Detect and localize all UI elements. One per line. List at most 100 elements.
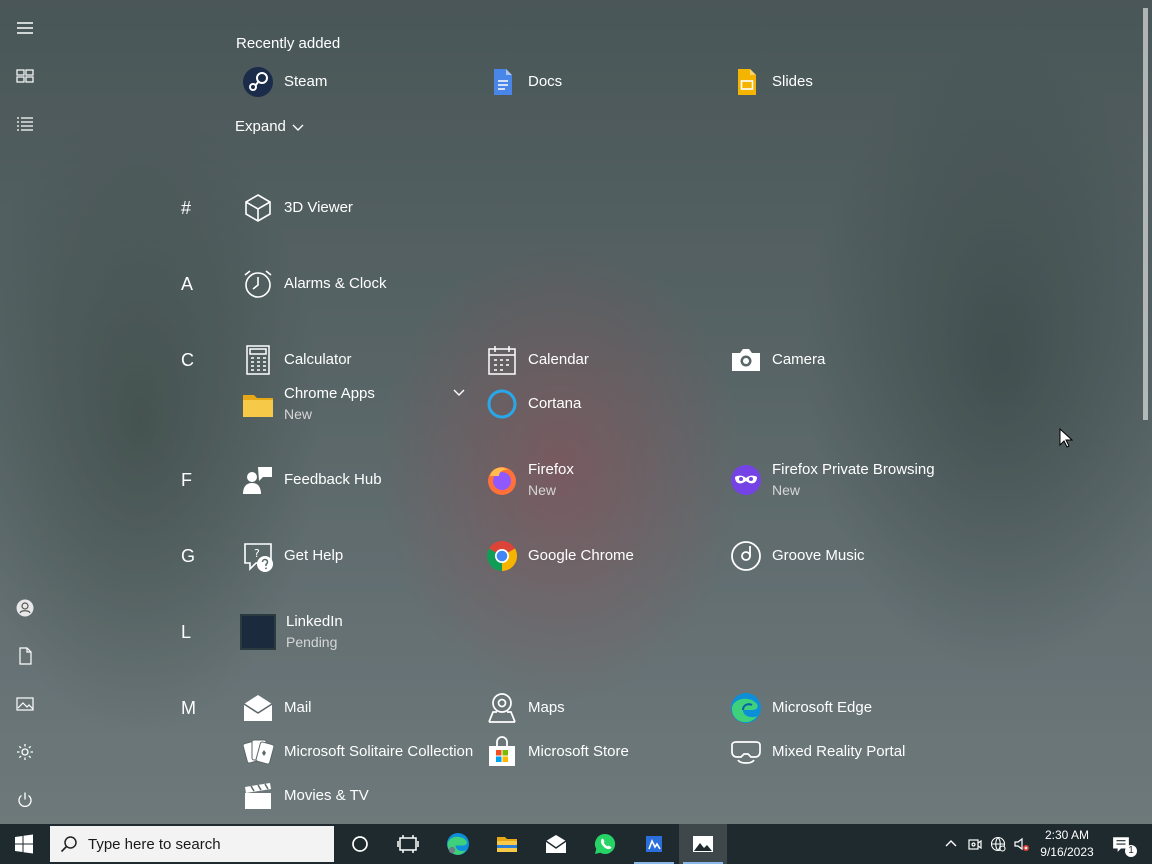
photos-taskbar-icon[interactable] <box>679 824 727 864</box>
clock-time: 2:30 AM <box>1044 828 1090 842</box>
feedback-icon <box>242 464 274 496</box>
app-label: Microsoft Store <box>528 743 629 760</box>
edge-icon <box>730 692 762 724</box>
app-label: Mixed Reality Portal <box>772 743 906 760</box>
chrome-icon <box>486 540 518 572</box>
app-status: New <box>284 406 313 422</box>
app-label: Camera <box>772 351 826 368</box>
app-firefox[interactable]: Firefox New <box>480 460 574 500</box>
vr-headset-icon <box>730 736 762 768</box>
start-button[interactable] <box>0 824 48 864</box>
app-label: Maps <box>528 699 565 716</box>
show-hidden-icons-chevron[interactable] <box>940 824 962 864</box>
meet-now-icon[interactable] <box>964 824 986 864</box>
pictures-icon[interactable] <box>5 684 45 724</box>
app-linkedin[interactable]: LinkedIn Pending <box>236 612 343 652</box>
docs-icon <box>486 66 518 98</box>
app-label: Get Help <box>284 547 344 564</box>
mail-taskbar-icon[interactable] <box>532 824 580 864</box>
network-globe-icon[interactable] <box>987 824 1009 864</box>
app-label: Groove Music <box>772 547 865 564</box>
app-solitaire[interactable]: Microsoft Solitaire Collection <box>236 732 473 772</box>
letter-header[interactable]: G <box>181 546 201 567</box>
app-label: Cortana <box>528 395 582 412</box>
app-label: Mail <box>284 699 312 716</box>
app-steam[interactable]: Steam <box>236 62 327 102</box>
app-cortana[interactable]: Cortana <box>480 384 581 424</box>
app-label: Steam <box>284 73 328 90</box>
file-explorer-icon[interactable] <box>483 824 531 864</box>
app-camera[interactable]: Camera <box>724 340 825 380</box>
cortana-taskbar-icon[interactable] <box>336 824 384 864</box>
app-slides[interactable]: Slides <box>724 62 813 102</box>
linkedin-icon <box>240 614 276 650</box>
app-chrome-apps-folder[interactable]: Chrome Apps New <box>236 384 375 424</box>
folder-icon <box>242 388 274 420</box>
groove-icon <box>730 540 762 572</box>
app-mail[interactable]: Mail <box>236 688 312 728</box>
letter-header[interactable]: # <box>181 198 201 219</box>
app-firefox-private[interactable]: Firefox Private Browsing New <box>724 460 935 500</box>
app-docs[interactable]: Docs <box>480 62 562 102</box>
tiles-icon[interactable] <box>5 56 45 96</box>
clock-date: 9/16/2023 <box>1040 845 1094 859</box>
app-status: New <box>772 482 801 498</box>
search-input[interactable] <box>88 835 318 853</box>
letter-header[interactable]: A <box>181 274 201 295</box>
app-label: Calculator <box>284 351 352 368</box>
letter-header[interactable]: C <box>181 350 201 371</box>
firefox-private-icon <box>730 464 762 496</box>
task-view-icon[interactable] <box>384 824 432 864</box>
app-maps[interactable]: Maps <box>480 688 565 728</box>
recently-added-heading: Recently added <box>236 35 341 52</box>
letter-header[interactable]: L <box>181 622 201 643</box>
chevron-down-icon[interactable] <box>452 386 466 400</box>
app-label: LinkedIn <box>286 613 343 630</box>
whatsapp-icon[interactable] <box>581 824 629 864</box>
settings-icon[interactable] <box>5 732 45 772</box>
all-apps-list-icon[interactable] <box>5 104 45 144</box>
expand-recent-button[interactable]: Expand <box>235 118 304 135</box>
taskbar-clock[interactable]: 2:30 AM 9/16/2023 <box>1034 827 1100 861</box>
app-movies-tv[interactable]: Movies & TV <box>236 776 369 816</box>
letter-header[interactable]: F <box>181 470 201 491</box>
mouse-cursor-icon <box>1059 428 1073 448</box>
app-google-chrome[interactable]: Google Chrome <box>480 536 634 576</box>
app-label: Docs <box>528 73 563 90</box>
volume-muted-icon[interactable] <box>1010 824 1032 864</box>
app-label: Firefox Private Browsing <box>772 461 935 478</box>
camera-icon <box>730 344 762 376</box>
windows-logo-icon <box>15 834 33 854</box>
steam-icon <box>242 66 274 98</box>
app-microsoft-store[interactable]: Microsoft Store <box>480 732 629 772</box>
documents-icon[interactable] <box>5 636 45 676</box>
app-status: Pending <box>286 634 338 650</box>
action-center-icon[interactable]: 1 <box>1106 824 1137 864</box>
app-calendar[interactable]: Calendar <box>480 340 589 380</box>
app-get-help[interactable]: ? Get Help <box>236 536 343 576</box>
app-label: Feedback Hub <box>284 471 382 488</box>
app-feedback-hub[interactable]: Feedback Hub <box>236 460 382 500</box>
app-3d-viewer[interactable]: 3D Viewer <box>236 188 353 228</box>
mail-icon <box>242 692 274 724</box>
user-account-icon[interactable] <box>5 588 45 628</box>
scrollbar-thumb[interactable] <box>1143 8 1148 420</box>
app-label: Google Chrome <box>528 547 634 564</box>
taskbar-search-box[interactable] <box>50 826 334 862</box>
app-label: Alarms & Clock <box>284 275 387 292</box>
hamburger-menu-icon[interactable] <box>5 8 45 48</box>
app-list-scrollbar[interactable] <box>1143 8 1149 820</box>
svg-text:?: ? <box>254 547 260 560</box>
app-groove-music[interactable]: Groove Music <box>724 536 865 576</box>
notification-count-badge: 1 <box>1125 845 1137 857</box>
app-mixed-reality-portal[interactable]: Mixed Reality Portal <box>724 732 905 772</box>
app-alarms-clock[interactable]: Alarms & Clock <box>236 264 387 304</box>
app-taskbar-icon[interactable] <box>630 824 678 864</box>
app-microsoft-edge[interactable]: Microsoft Edge <box>724 688 872 728</box>
chevron-down-icon <box>292 124 304 131</box>
cube-icon <box>242 192 274 224</box>
power-icon[interactable] <box>5 780 45 820</box>
edge-taskbar-icon[interactable] <box>434 824 482 864</box>
app-calculator[interactable]: Calculator <box>236 340 352 380</box>
letter-header[interactable]: M <box>181 698 201 719</box>
